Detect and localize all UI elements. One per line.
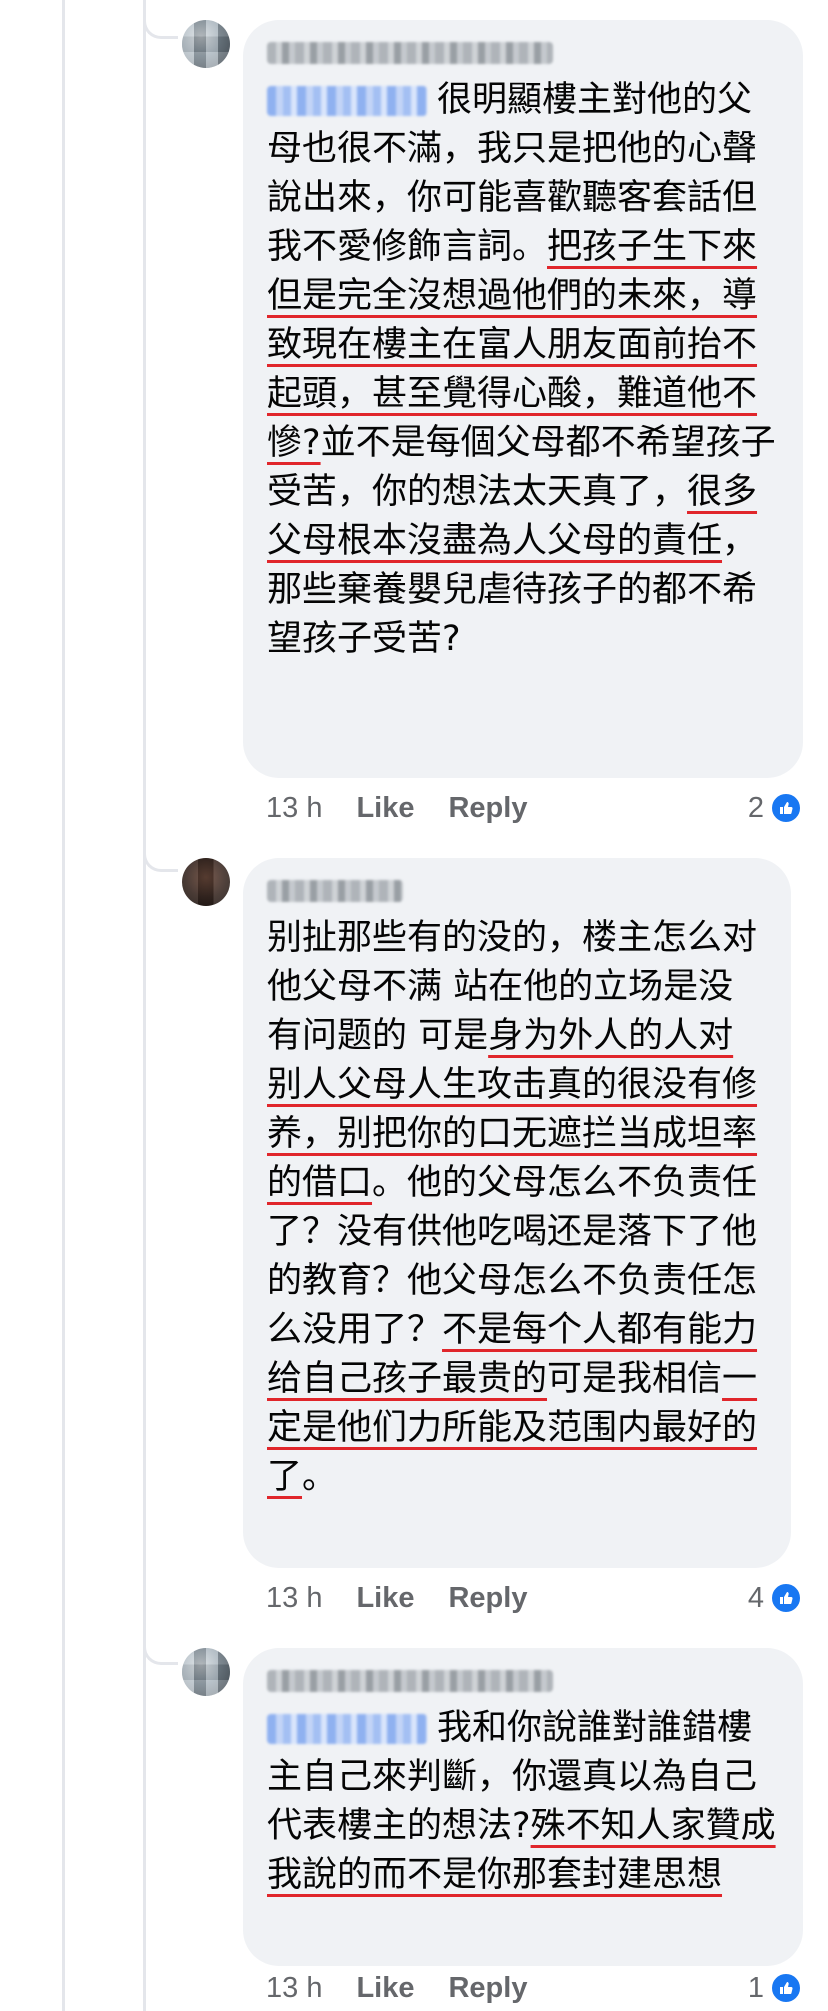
comment-text-segment: 。	[302, 1457, 338, 1497]
comment-bubble: 我和你說誰對誰錯樓主自己來判斷，你還真以為自己代表樓主的想法?殊不知人家贊成我說…	[243, 1648, 803, 1966]
mention-tag-blurred[interactable]	[267, 1714, 427, 1744]
reply-branch-line	[143, 12, 178, 39]
timestamp[interactable]: 13 h	[266, 1972, 322, 2005]
comment-meta: 13 h Like Reply	[266, 788, 561, 828]
comment-meta: 13 h Like Reply	[266, 1578, 561, 1618]
thread-line	[62, 0, 65, 2011]
comment-meta: 13 h Like Reply	[266, 1968, 561, 2008]
reaction-count: 1	[747, 1971, 764, 2004]
comment-text: 我和你說誰對誰錯樓主自己來判斷，你還真以為自己代表樓主的想法?殊不知人家贊成我說…	[267, 1704, 779, 1900]
timestamp[interactable]: 13 h	[266, 792, 322, 825]
mention-tag-blurred[interactable]	[267, 86, 427, 116]
reply-branch-line	[143, 845, 178, 872]
comment-bubble: 别扯那些有的没的，楼主怎么对他父母不满 站在他的立场是没有问题的 可是身为外人的…	[243, 858, 791, 1568]
avatar[interactable]	[182, 1648, 230, 1696]
author-name-blurred[interactable]	[267, 1670, 553, 1692]
author-name-blurred[interactable]	[267, 42, 553, 64]
author-name-blurred[interactable]	[267, 880, 403, 902]
like-button[interactable]: Like	[356, 792, 414, 825]
reaction-count: 4	[747, 1581, 764, 1614]
reply-branch-line	[143, 1638, 178, 1665]
thumbs-up-icon	[770, 792, 802, 824]
comment-text: 别扯那些有的没的，楼主怎么对他父母不满 站在他的立场是没有问题的 可是身为外人的…	[267, 914, 767, 1502]
like-button[interactable]: Like	[356, 1972, 414, 2005]
reaction-summary[interactable]: 4	[748, 1578, 802, 1618]
comment-text-segment: 可是我相信	[547, 1359, 723, 1399]
avatar[interactable]	[182, 858, 230, 906]
comment-text: 很明顯樓主對他的父母也很不滿，我只是把他的心聲說出來，你可能喜歡聽客套話但我不愛…	[267, 76, 779, 664]
comment-bubble: 很明顯樓主對他的父母也很不滿，我只是把他的心聲說出來，你可能喜歡聽客套話但我不愛…	[243, 20, 803, 778]
reply-button[interactable]: Reply	[448, 792, 527, 825]
reaction-summary[interactable]: 2	[748, 788, 802, 828]
reaction-summary[interactable]: 1	[748, 1968, 802, 2008]
reply-button[interactable]: Reply	[448, 1972, 527, 2005]
thumbs-up-icon	[770, 1972, 802, 2004]
reply-thread-line	[143, 0, 146, 2011]
thumbs-up-icon	[770, 1582, 802, 1614]
reply-button[interactable]: Reply	[448, 1582, 527, 1615]
like-button[interactable]: Like	[356, 1582, 414, 1615]
timestamp[interactable]: 13 h	[266, 1582, 322, 1615]
reaction-count: 2	[747, 791, 764, 824]
avatar[interactable]	[182, 20, 230, 68]
